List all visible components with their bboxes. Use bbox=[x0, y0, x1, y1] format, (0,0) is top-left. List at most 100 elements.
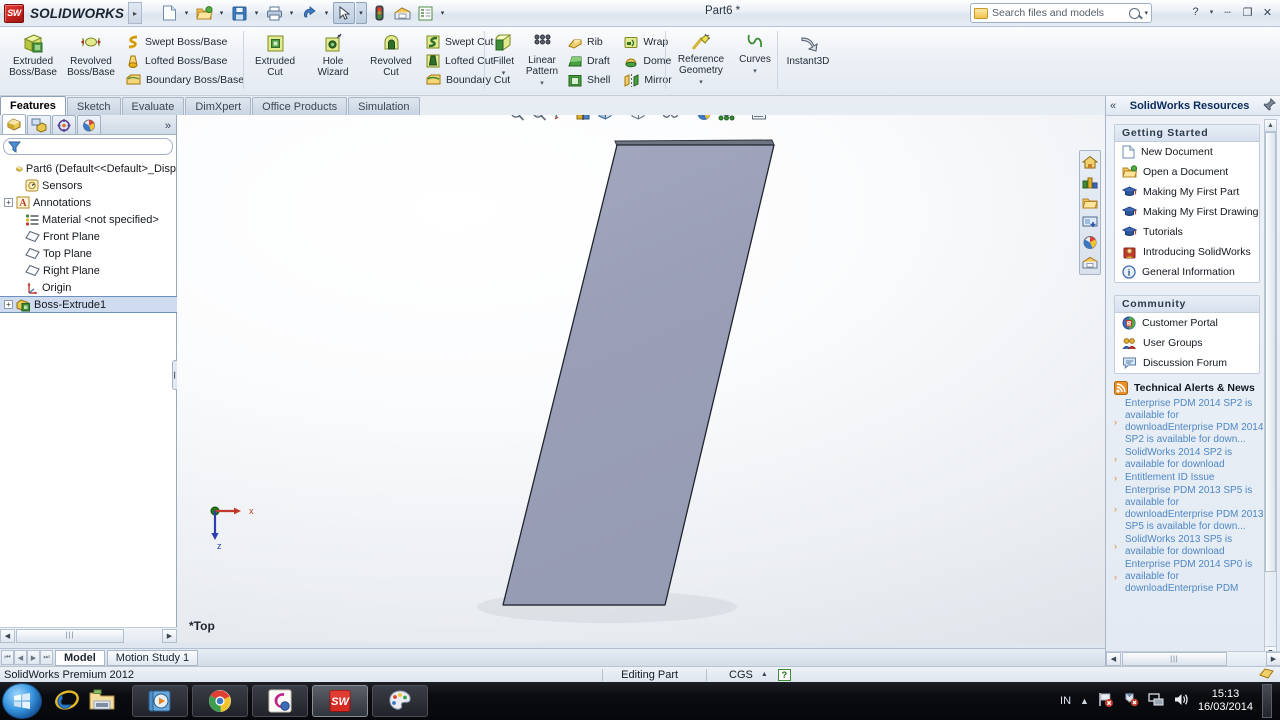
news-item[interactable]: › Enterprise PDM 2014 SP2 is available f… bbox=[1114, 398, 1264, 446]
tree-expander-plus[interactable]: + bbox=[4, 300, 13, 309]
status-units-label[interactable]: CGS bbox=[707, 669, 761, 681]
undo-caret[interactable]: ▾ bbox=[321, 2, 332, 24]
select-tool-button[interactable] bbox=[333, 2, 355, 24]
print-button[interactable] bbox=[263, 2, 285, 24]
resource-tutorials[interactable]: Tutorials bbox=[1115, 222, 1259, 242]
shell-button[interactable]: Shell bbox=[568, 72, 610, 88]
customize-button[interactable] bbox=[414, 2, 436, 24]
flag-alert-icon[interactable] bbox=[1098, 692, 1114, 710]
content-central-icon[interactable] bbox=[1081, 173, 1100, 192]
scroll-thumb[interactable]: ||| bbox=[1122, 652, 1227, 666]
instant3d-button[interactable]: Instant3D bbox=[780, 28, 836, 67]
help-icon[interactable]: ? bbox=[1187, 3, 1204, 21]
internet-explorer-icon[interactable] bbox=[54, 687, 80, 716]
windows-explorer-icon[interactable] bbox=[88, 688, 116, 715]
status-help-badge[interactable]: ? bbox=[777, 668, 791, 681]
customize-caret[interactable]: ▾ bbox=[437, 2, 448, 24]
tree-item-boss-extrude1[interactable]: + Boss-Extrude1 bbox=[0, 296, 181, 313]
feature-tree-tab[interactable] bbox=[2, 114, 26, 134]
scroll-right-arrow-icon[interactable]: ▶ bbox=[162, 628, 177, 643]
taskbar-clock[interactable]: 15:13 16/03/2014 bbox=[1198, 688, 1253, 714]
feature-tree-filter-input[interactable] bbox=[3, 138, 173, 155]
language-indicator[interactable]: IN bbox=[1060, 695, 1071, 707]
network-icon[interactable] bbox=[1148, 692, 1164, 710]
status-units-caret[interactable]: ▲ bbox=[761, 671, 778, 678]
tree-item-origin[interactable]: Origin bbox=[4, 279, 176, 296]
close-icon[interactable]: ✕ bbox=[1259, 3, 1276, 21]
fillet-caret[interactable]: ▾ bbox=[502, 69, 506, 78]
custom-properties-icon[interactable] bbox=[1081, 253, 1100, 272]
tree-item-top-plane[interactable]: Top Plane bbox=[4, 245, 176, 262]
show-desktop-button[interactable] bbox=[1262, 684, 1272, 718]
previous-tab-button[interactable]: ◀ bbox=[14, 650, 27, 665]
first-tab-button[interactable]: ⏮ bbox=[1, 650, 14, 665]
linear-pattern-button[interactable]: Linear Pattern ▾ bbox=[520, 28, 564, 88]
resource-making-my-first-part[interactable]: Making My First Part bbox=[1115, 182, 1259, 202]
graphics-viewport[interactable]: ▾ ▾ ▾ ▾ ▾ ⎙ ⎘ ┄ ❐ ✕ bbox=[177, 115, 1105, 643]
hole-wizard-button[interactable]: Hole Wizard bbox=[304, 28, 362, 78]
tree-item-annotations[interactable]: + A Annotations bbox=[4, 194, 176, 211]
news-item[interactable]: › Enterprise PDM 2014 SP0 is available f… bbox=[1114, 559, 1264, 595]
tab-sketch[interactable]: Sketch bbox=[66, 97, 121, 115]
news-item-text[interactable]: Enterprise PDM 2014 SP2 is available for… bbox=[1125, 398, 1264, 446]
tab-features[interactable]: Features bbox=[0, 96, 66, 115]
news-item[interactable]: › SolidWorks 2014 SP2 is available for d… bbox=[1114, 447, 1264, 471]
scroll-right-arrow-icon[interactable]: ▶ bbox=[1266, 652, 1280, 666]
home-icon[interactable] bbox=[1081, 153, 1100, 172]
feature-manager-more-button[interactable]: » bbox=[165, 120, 176, 134]
scroll-thumb[interactable]: ||| bbox=[16, 628, 124, 643]
resource-introducing-solidworks[interactable]: Introducing SolidWorks bbox=[1115, 242, 1259, 262]
draft-button[interactable]: Draft bbox=[568, 53, 610, 69]
news-item-text[interactable]: SolidWorks 2014 SP2 is available for dow… bbox=[1125, 447, 1264, 471]
lofted-boss-base-button[interactable]: Lofted Boss/Base bbox=[126, 53, 244, 69]
volume-icon[interactable] bbox=[1173, 692, 1189, 710]
tab-motion-study-1[interactable]: Motion Study 1 bbox=[106, 649, 199, 666]
security-alert-icon[interactable] bbox=[1123, 692, 1139, 710]
news-item[interactable]: › Enterprise PDM 2013 SP5 is available f… bbox=[1114, 485, 1264, 533]
scroll-up-arrow-icon[interactable]: ▲ bbox=[1265, 120, 1276, 132]
resource-discussion-forum[interactable]: Discussion Forum bbox=[1115, 353, 1259, 373]
print-caret[interactable]: ▾ bbox=[286, 2, 297, 24]
resource-new-document[interactable]: New Document bbox=[1115, 142, 1259, 162]
resource-general-information[interactable]: i General Information bbox=[1115, 262, 1259, 282]
tab-model[interactable]: Model bbox=[55, 649, 105, 666]
task-pane-collapse-button[interactable]: « bbox=[1110, 100, 1116, 112]
minimize-icon[interactable]: ┄ bbox=[1219, 3, 1236, 21]
new-document-caret[interactable]: ▾ bbox=[181, 2, 192, 24]
next-tab-button[interactable]: ▶ bbox=[27, 650, 40, 665]
resource-customer-portal[interactable]: S Customer Portal bbox=[1115, 313, 1259, 333]
save-button[interactable] bbox=[228, 2, 250, 24]
rebuild-button[interactable] bbox=[368, 2, 390, 24]
resource-user-groups[interactable]: User Groups bbox=[1115, 333, 1259, 353]
news-item-text[interactable]: Entitlement ID Issue bbox=[1125, 472, 1214, 484]
tab-office-products[interactable]: Office Products bbox=[252, 97, 348, 115]
restore-icon[interactable]: ❐ bbox=[1239, 3, 1256, 21]
tree-item-sensors[interactable]: Sensors bbox=[4, 177, 176, 194]
tree-expander-plus[interactable]: + bbox=[4, 198, 13, 207]
reference-geometry-button[interactable]: Reference Geometry ▾ bbox=[668, 28, 734, 87]
reference-geometry-caret[interactable]: ▾ bbox=[699, 78, 703, 87]
news-item-text[interactable]: Enterprise PDM 2014 SP0 is available for… bbox=[1125, 559, 1264, 595]
resource-open-document[interactable]: Open a Document bbox=[1115, 162, 1259, 182]
solidworks-task[interactable]: SW bbox=[312, 685, 368, 717]
help-caret-icon[interactable]: ▾ bbox=[1207, 3, 1216, 21]
curves-caret[interactable]: ▾ bbox=[753, 67, 757, 76]
solidworks-logo[interactable]: SW SOLIDWORKS bbox=[0, 3, 124, 23]
extruded-parallelogram-part[interactable] bbox=[177, 115, 1105, 643]
extruded-cut-button[interactable]: Extruded Cut bbox=[246, 28, 304, 78]
search-files-box[interactable]: Search files and models ▾ bbox=[970, 3, 1152, 23]
open-document-caret[interactable]: ▾ bbox=[216, 2, 227, 24]
search-caret[interactable]: ▾ bbox=[1144, 9, 1148, 17]
tree-item-front-plane[interactable]: Front Plane bbox=[4, 228, 176, 245]
rib-button[interactable]: Rib bbox=[568, 34, 610, 50]
chrome-task[interactable] bbox=[192, 685, 248, 717]
appearances-sphere-icon[interactable] bbox=[1081, 233, 1100, 252]
tree-item-material[interactable]: Material <not specified> bbox=[4, 211, 176, 228]
last-tab-button[interactable]: ⏭ bbox=[40, 650, 53, 665]
tree-item-part[interactable]: Part6 (Default<<Default>_Disp bbox=[4, 160, 176, 177]
task-pane-scroll-thumb[interactable] bbox=[1265, 132, 1276, 572]
news-item-text[interactable]: SolidWorks 2013 SP5 is available for dow… bbox=[1125, 534, 1264, 558]
menu-expand-arrow[interactable]: ▸ bbox=[128, 2, 142, 24]
linear-pattern-caret[interactable]: ▾ bbox=[540, 79, 544, 88]
curves-button[interactable]: Curves ▾ bbox=[734, 28, 776, 76]
